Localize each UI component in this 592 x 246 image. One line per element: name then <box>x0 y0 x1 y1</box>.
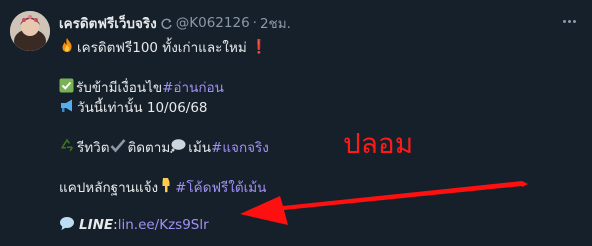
conditions-text: รับข้ามีเงื่อนไข <box>76 80 163 96</box>
more-button[interactable] <box>558 13 580 29</box>
comment-text: เม้น <box>188 140 212 156</box>
retweet-text: รีทวิต <box>77 140 110 156</box>
fire-emoji <box>59 37 75 57</box>
proof-text: แคปหลักฐานแจ้ง <box>59 180 159 196</box>
pointing-down-emoji <box>159 177 173 197</box>
handle[interactable]: @K062126 <box>176 15 250 31</box>
fake-annotation-label: ปลอม <box>343 127 414 160</box>
hashtag-free-code[interactable]: #โค้ดฟรีใต้เม้น <box>175 176 266 198</box>
tweet-line-6: LINE : lin.ee/Kzs9Slr <box>59 215 209 235</box>
tweet-line-1: เครดิตฟรี100 ทั้งเก่าและใหม่ ❗ <box>59 37 268 57</box>
separator: · <box>252 15 257 31</box>
promo-title: เครดิตฟรี100 ทั้งเก่าและใหม่ <box>77 40 247 56</box>
hashtag-read-first[interactable]: #อ่านก่อน <box>162 76 224 98</box>
tweet-line-3: วันนี้เท่านั้น 10/06/68 <box>59 97 208 117</box>
checkmark-emoji <box>110 138 126 157</box>
speech-balloon-emoji <box>59 216 75 235</box>
exclamation-mark: ❗ <box>250 39 268 55</box>
hashtag-real-giveaway[interactable]: #แจกจริง <box>211 136 269 158</box>
megaphone-emoji <box>59 98 75 117</box>
tweet-card[interactable]: เครดิตฟรีเว็บจริง @K062126 · 2ชม. เครดิต… <box>0 0 592 246</box>
date-text: วันนี้เท่านั้น 10/06/68 <box>77 100 208 116</box>
recycle-emoji <box>59 137 75 157</box>
follow-text: ติดตาม <box>127 140 171 156</box>
tweet-header: เครดิตฟรีเว็บจริง @K062126 · 2ชม. <box>59 13 291 33</box>
tweet-line-4: รีทวิต ติดตาม เม้น #แจกจริง <box>59 137 269 157</box>
line-link[interactable]: lin.ee/Kzs9Slr <box>118 217 209 233</box>
more-icon <box>562 19 566 23</box>
timestamp[interactable]: 2ชม. <box>260 12 291 34</box>
avatar[interactable] <box>10 11 50 51</box>
speech-bubble-emoji <box>170 138 186 157</box>
display-name[interactable]: เครดิตฟรีเว็บจริง <box>59 12 157 34</box>
check-box-emoji <box>59 78 74 97</box>
tweet-line-5: แคปหลักฐานแจ้ง #โค้ดฟรีใต้เม้น <box>59 177 266 197</box>
line-app-label: LINE <box>79 217 114 233</box>
avatar-image <box>10 11 50 51</box>
tweet-line-2: รับข้ามีเงื่อนไข #อ่านก่อน <box>59 77 224 97</box>
sync-icon <box>160 17 173 30</box>
